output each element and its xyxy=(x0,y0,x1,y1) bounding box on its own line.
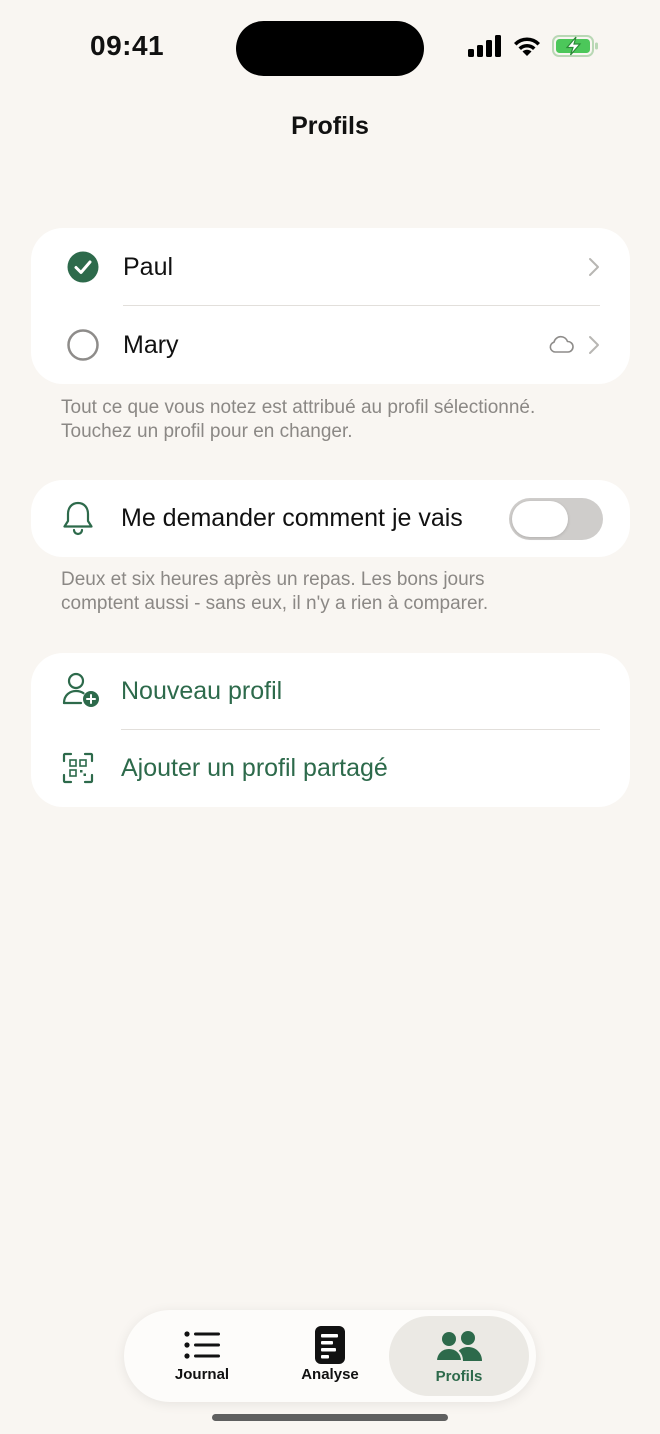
footnote-line: Tout ce que vous notez est attribué au p… xyxy=(61,397,536,418)
page-title: Profils xyxy=(291,112,369,140)
actions-card: Nouveau profil Ajouter un profil partagé xyxy=(31,653,630,807)
status-time: 09:41 xyxy=(90,30,165,61)
document-icon xyxy=(315,1326,345,1364)
new-profile-label: Nouveau profil xyxy=(121,677,283,705)
add-shared-profile-label: Ajouter un profil partagé xyxy=(121,754,388,782)
tab-profils[interactable]: Profils xyxy=(389,1316,529,1396)
add-shared-profile-button[interactable]: Ajouter un profil partagé xyxy=(31,730,630,807)
tab-bar: Journal Analyse Profils xyxy=(124,1310,536,1402)
cloud-icon xyxy=(549,335,574,353)
checkmark-circle-icon xyxy=(67,251,99,283)
dynamic-island xyxy=(236,21,424,76)
chevron-right-icon xyxy=(589,258,599,276)
people-icon xyxy=(435,1331,482,1362)
signal-icon xyxy=(468,35,501,57)
profile-row-mary[interactable]: Mary xyxy=(31,306,630,384)
reminder-toggle[interactable] xyxy=(509,497,603,540)
tab-journal[interactable]: Journal xyxy=(138,1316,266,1396)
footnote-line: Deux et six heures après un repas. Les b… xyxy=(61,569,485,590)
profile-name: Paul xyxy=(123,252,174,281)
profile-row-paul[interactable]: Paul xyxy=(31,228,630,306)
footnote-line: comptent aussi - sans eux, il n'y a rien… xyxy=(61,593,489,614)
profile-name: Mary xyxy=(123,330,179,359)
status-icons xyxy=(468,34,600,58)
battery-charging-icon xyxy=(552,35,598,57)
qr-scan-icon xyxy=(62,752,94,784)
tab-label: Profils xyxy=(435,1368,483,1385)
home-indicator xyxy=(212,1414,448,1421)
new-profile-button[interactable]: Nouveau profil xyxy=(31,653,630,730)
add-person-icon xyxy=(62,672,99,707)
bell-icon xyxy=(63,501,93,536)
profiles-card: Paul Mary xyxy=(31,228,630,384)
list-icon xyxy=(184,1331,220,1359)
toggle-knob xyxy=(512,500,568,537)
footnote-line: Touchez un profil pour en changer. xyxy=(61,421,353,442)
tab-label: Analyse xyxy=(301,1366,359,1383)
reminder-row: Me demander comment je vais xyxy=(31,480,630,557)
reminder-card: Me demander comment je vais xyxy=(31,480,630,557)
tab-label: Journal xyxy=(174,1366,230,1383)
chevron-right-icon xyxy=(589,336,599,354)
profiles-footnote: Tout ce que vous notez est attribué au p… xyxy=(61,396,621,444)
empty-circle-icon xyxy=(67,329,99,361)
reminder-label: Me demander comment je vais xyxy=(121,504,463,532)
reminder-footnote: Deux et six heures après un repas. Les b… xyxy=(61,568,621,616)
tab-analyse[interactable]: Analyse xyxy=(266,1316,394,1396)
wifi-icon xyxy=(514,37,540,56)
